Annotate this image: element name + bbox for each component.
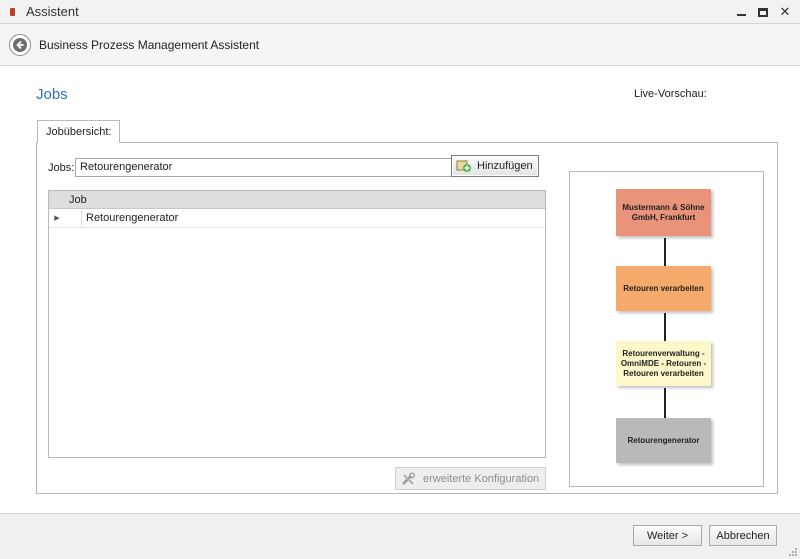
preview-node: Mustermann & Söhne GmbH, Frankfurt (616, 189, 711, 236)
preview-connector (664, 238, 666, 266)
table-row[interactable]: ▶ Retourengenerator (49, 209, 545, 228)
preview-node-label: Retourengenerator (627, 435, 700, 445)
preview-connector (664, 313, 666, 341)
maximize-button[interactable] (752, 2, 774, 22)
app-icon (8, 6, 18, 18)
cancel-button[interactable]: Abbrechen (709, 525, 777, 546)
preview-node: Retouren verarbeiten (616, 266, 711, 311)
next-button[interactable]: Weiter > (633, 525, 702, 546)
tab-jobuebersicht[interactable]: Jobübersicht: (37, 120, 120, 143)
tools-icon (402, 472, 415, 485)
preview-node-label: Retouren verarbeiten (623, 283, 704, 293)
close-icon: ✕ (779, 4, 791, 19)
preview-node: Retourenverwaltung - OmniMDE - Retouren … (616, 341, 711, 386)
row-separator (81, 209, 82, 227)
preview-node-label: Mustermann & Söhne GmbH, Frankfurt (622, 202, 705, 222)
minimize-icon (736, 13, 746, 16)
preview-node-label: Retourenverwaltung - OmniMDE - Retouren … (620, 348, 707, 378)
wizard-header: Business Prozess Management Assistent (0, 24, 800, 66)
grid-header: Job (49, 191, 545, 209)
row-cell-job[interactable]: Retourengenerator (86, 212, 178, 224)
column-header-job[interactable]: Job (69, 194, 87, 206)
preview-connector (664, 388, 666, 418)
window-controls: ✕ (730, 0, 796, 24)
page-title: Jobs (36, 86, 68, 103)
jobs-label: Jobs: (48, 162, 75, 174)
header-title: Business Prozess Management Assistent (39, 37, 260, 52)
resize-grip-icon[interactable] (788, 547, 798, 557)
close-button[interactable]: ✕ (774, 2, 796, 22)
jobs-select-value: Retourengenerator (80, 161, 173, 173)
back-button[interactable] (9, 33, 31, 56)
add-job-icon (456, 160, 471, 172)
window-title: Assistent (26, 4, 79, 19)
window-titlebar: Assistent ✕ (0, 0, 800, 24)
live-preview-panel: Mustermann & Söhne GmbH, Frankfurt Retou… (569, 171, 764, 487)
add-button[interactable]: Hinzufügen (451, 155, 539, 177)
minimize-button[interactable] (730, 2, 752, 22)
preview-node: Retourengenerator (616, 418, 711, 463)
add-button-label: Hinzufügen (477, 160, 533, 172)
row-indicator-icon: ▶ (54, 215, 60, 222)
advanced-config-label: erweiterte Konfiguration (423, 472, 540, 485)
jobs-grid: Job ▶ Retourengenerator (48, 190, 546, 458)
wizard-footer: Weiter > Abbrechen (0, 513, 800, 559)
live-preview-label: Live-Vorschau: (634, 88, 707, 100)
advanced-config-button[interactable]: erweiterte Konfiguration (395, 467, 546, 490)
jobs-select[interactable]: Retourengenerator ▼ (75, 158, 481, 177)
arrow-left-icon (13, 37, 27, 52)
maximize-icon (758, 7, 768, 17)
